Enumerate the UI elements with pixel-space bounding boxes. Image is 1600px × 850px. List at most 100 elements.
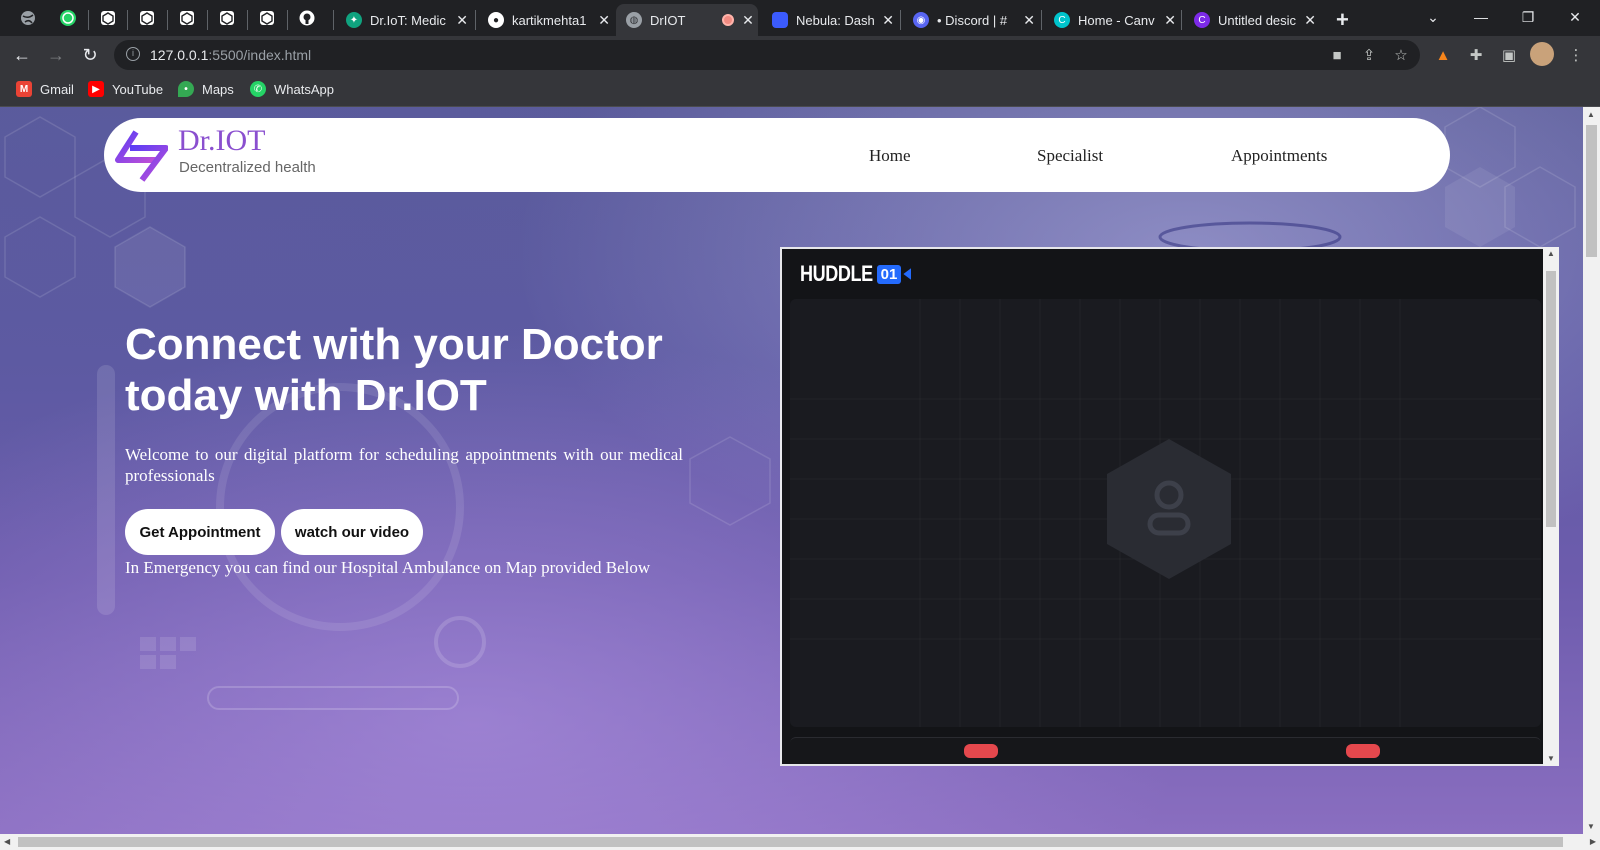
bookmark-youtube[interactable]: ▶ YouTube <box>88 81 163 97</box>
browser-chrome: ✦ Dr.IoT: Medic ✕ ● kartikmehta1 ✕ ◍ DrI… <box>0 0 1600 107</box>
bookmark-star-icon[interactable]: ☆ <box>1390 44 1412 66</box>
share-icon[interactable]: ⇪ <box>1358 44 1380 66</box>
close-tab-icon[interactable]: ✕ <box>596 12 612 29</box>
close-tab-icon[interactable]: ✕ <box>1021 12 1037 29</box>
browser-toolbar: ← → ↻ i 127.0.0.1:5500/index.html ■ ⇪ ☆ … <box>0 36 1600 74</box>
tab-discord[interactable]: ◉ • Discord | # ✕ <box>903 4 1037 36</box>
bookmark-whatsapp[interactable]: ✆ WhatsApp <box>250 81 334 97</box>
restore-button[interactable]: ❐ <box>1505 0 1551 34</box>
tab-title: Home - Canv <box>1078 12 1155 28</box>
tab-drio-medic[interactable]: ✦ Dr.IoT: Medic ✕ <box>336 4 470 36</box>
nav-specialist[interactable]: Specialist <box>1037 146 1103 166</box>
pinned-tab-codesandbox-1[interactable] <box>98 8 118 28</box>
page-horizontal-scrollbar[interactable]: ◀ ▶ <box>0 834 1600 850</box>
pinned-tab-codesandbox-4[interactable] <box>217 8 237 28</box>
codesandbox-icon <box>101 11 115 25</box>
tab-nebula[interactable]: Nebula: Dash ✕ <box>762 4 896 36</box>
scroll-up-icon[interactable]: ▲ <box>1546 249 1556 259</box>
metamask-icon[interactable]: ▲ <box>1432 44 1454 66</box>
emergency-text: In Emergency you can find our Hospital A… <box>125 558 651 577</box>
hero-title: Connect with your Doctor today with Dr.I… <box>125 320 663 420</box>
url-host: 127.0.0.1 <box>150 47 209 63</box>
codesandbox-icon <box>140 11 154 25</box>
back-button[interactable]: ← <box>10 43 34 67</box>
close-tab-icon[interactable]: ✕ <box>1302 12 1318 29</box>
tab-driot[interactable]: ◍ DrIOT ✕ <box>616 4 758 36</box>
scrollbar-thumb[interactable] <box>1586 125 1597 257</box>
tab-title: kartikmehta1 <box>512 12 587 28</box>
huddle-badge: 01 <box>876 264 902 284</box>
page-viewport: Dr.IOT Decentralized health Home Special… <box>0 107 1583 834</box>
bookmark-gmail[interactable]: M Gmail <box>16 81 74 97</box>
url-text[interactable]: 127.0.0.1:5500/index.html <box>150 47 311 63</box>
reload-button[interactable]: ↻ <box>78 43 102 67</box>
info-icon[interactable]: i <box>126 47 140 61</box>
pinned-tab-codesandbox-5[interactable] <box>257 8 277 28</box>
participant-avatar-icon <box>1107 439 1231 579</box>
scrollbar-thumb[interactable] <box>1546 271 1556 527</box>
scroll-down-icon[interactable]: ▼ <box>1587 822 1595 831</box>
pinned-tab-globe[interactable] <box>18 8 38 28</box>
globe-icon <box>21 11 35 25</box>
pinned-tab-codesandbox-3[interactable] <box>177 8 197 28</box>
bookmarks-bar: M Gmail ▶ YouTube • Maps ✆ WhatsApp <box>0 74 1600 107</box>
close-tab-icon[interactable]: ✕ <box>454 12 470 29</box>
chatgpt-icon: ✦ <box>346 12 362 28</box>
codesandbox-icon <box>260 11 274 25</box>
nav-home[interactable]: Home <box>869 146 911 166</box>
extensions-icon[interactable]: ✚ <box>1465 44 1487 66</box>
canva-icon: C <box>1194 12 1210 28</box>
maps-icon: • <box>178 81 194 97</box>
scroll-left-icon[interactable]: ◀ <box>4 837 10 846</box>
camera-icon[interactable]: ■ <box>1326 44 1348 66</box>
close-icon: ✕ <box>1569 8 1581 25</box>
brand-name[interactable]: Dr.IOT <box>178 124 265 158</box>
huddle-controls-bar <box>790 737 1541 764</box>
close-tab-icon[interactable]: ✕ <box>1162 12 1178 29</box>
tab-title: Dr.IoT: Medic <box>370 12 446 28</box>
pinned-tab-codesandbox-2[interactable] <box>137 8 157 28</box>
tab-canva-untitled[interactable]: C Untitled desic ✕ <box>1184 4 1318 36</box>
more-menu-icon[interactable]: ⋮ <box>1565 44 1587 66</box>
tab-title: DrIOT <box>650 12 686 28</box>
pinned-tab-github[interactable] <box>297 8 317 28</box>
close-tab-icon[interactable]: ✕ <box>740 12 756 29</box>
restore-icon: ❐ <box>1521 8 1535 25</box>
close-tab-icon[interactable]: ✕ <box>880 12 896 29</box>
tab-title: • Discord | # <box>937 12 1008 28</box>
huddle-video-frame[interactable]: HUDDLE 01 <box>780 247 1559 766</box>
minimize-icon: — <box>1474 9 1488 25</box>
huddle-logo: HUDDLE 01 <box>800 261 912 287</box>
address-bar[interactable]: i 127.0.0.1:5500/index.html ■ ⇪ ☆ <box>114 40 1420 70</box>
mic-off-button[interactable] <box>964 744 998 758</box>
nav-appointments[interactable]: Appointments <box>1231 146 1327 166</box>
pinned-tab-whatsapp[interactable] <box>58 8 78 28</box>
camera-icon <box>903 268 912 280</box>
site-navbar: Dr.IOT Decentralized health Home Special… <box>104 118 1450 192</box>
avatar[interactable] <box>1530 42 1554 66</box>
scrollbar-thumb[interactable] <box>18 837 1563 847</box>
bookmark-label: YouTube <box>112 81 164 97</box>
arrow-left-icon: ← <box>13 44 31 65</box>
gmail-icon: M <box>16 81 32 97</box>
bookmark-maps[interactable]: • Maps <box>178 81 234 97</box>
scroll-down-icon[interactable]: ▼ <box>1546 754 1556 764</box>
forward-button[interactable]: → <box>44 43 68 67</box>
discord-icon: ◉ <box>913 12 929 28</box>
watch-video-button[interactable]: watch our video <box>281 509 423 555</box>
new-tab-button[interactable]: + <box>1326 4 1356 36</box>
scroll-up-icon[interactable]: ▲ <box>1587 110 1595 119</box>
leave-call-button[interactable] <box>1346 744 1380 758</box>
close-window-button[interactable]: ✕ <box>1552 0 1598 34</box>
tab-canva-home[interactable]: C Home - Canv ✕ <box>1044 4 1178 36</box>
bookmark-label: WhatsApp <box>274 81 334 97</box>
tab-github[interactable]: ● kartikmehta1 ✕ <box>478 4 612 36</box>
page-vertical-scrollbar[interactable]: ▲ ▼ <box>1583 107 1600 834</box>
tab-search-button[interactable]: ⌄ <box>1410 0 1456 34</box>
codesandbox-icon <box>220 11 234 25</box>
scroll-right-icon[interactable]: ▶ <box>1590 837 1596 846</box>
side-panel-icon[interactable]: ▣ <box>1498 44 1520 66</box>
minimize-button[interactable]: — <box>1458 0 1504 34</box>
get-appointment-button[interactable]: Get Appointment <box>125 509 275 555</box>
iframe-scrollbar[interactable]: ▲ ▼ <box>1543 247 1559 766</box>
